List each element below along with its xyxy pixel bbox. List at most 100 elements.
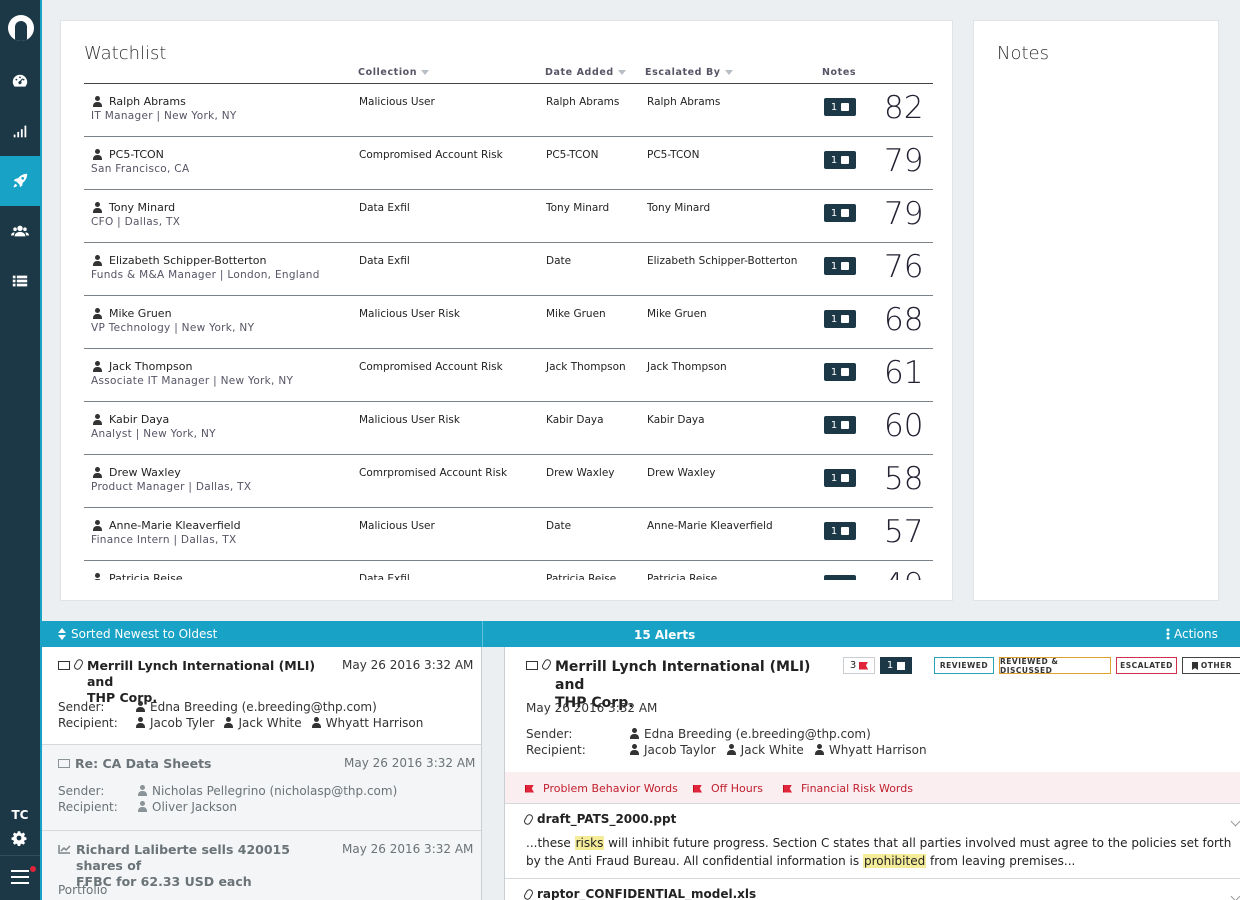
user-initials[interactable]: TC xyxy=(0,808,40,822)
person-icon xyxy=(137,801,148,813)
notes-badge[interactable]: 1 xyxy=(824,257,856,275)
detail-sender[interactable]: Edna Breeding (e.breeding@thp.com) xyxy=(644,727,871,741)
attachment-item[interactable]: raptor_CONFIDENTIAL_model.xls xyxy=(505,878,1240,900)
watchlist-row[interactable]: Patricia Reise Data Exfil Patricia Reise Pa… xyxy=(84,561,933,580)
alert-recipient[interactable]: Jacob Tyler xyxy=(150,716,214,730)
watchlist-row[interactable]: Drew Waxley Product Manager | Dallas, TX C… xyxy=(84,455,933,508)
alert-recipient[interactable]: Whyatt Harrison xyxy=(326,716,424,730)
detail-recipient[interactable]: Jack White xyxy=(741,743,804,757)
watchlist-name[interactable]: Patricia Reise xyxy=(109,572,183,580)
highlighted-word: prohibited xyxy=(862,854,927,868)
notes-badge[interactable]: 1 xyxy=(824,575,856,580)
notes-badge[interactable]: 1 xyxy=(824,522,856,540)
watchlist-escalated-by: Ralph Abrams xyxy=(647,96,721,108)
watchlist-row[interactable]: Jack Thompson Associate IT Manager | New … xyxy=(84,349,933,402)
risk-word-problem-behavior[interactable]: Problem Behavior Words xyxy=(525,782,678,795)
watchlist-name[interactable]: Anne-Marie Kleaverfield xyxy=(109,519,241,532)
watchlist-name[interactable]: PC5-TCON xyxy=(109,148,164,161)
person-icon xyxy=(92,519,103,532)
notes-badge[interactable]: 1 xyxy=(824,416,856,434)
watchlist-row[interactable]: Elizabeth Schipper-Botterton Funds & M&A … xyxy=(84,243,933,296)
watchlist-name[interactable]: Jack Thompson xyxy=(109,360,192,373)
gear-icon[interactable] xyxy=(11,830,29,848)
alert-date: May 26 2016 3:32 AM xyxy=(344,756,476,770)
escalated-by-column-header[interactable]: Escalated By xyxy=(645,67,733,78)
notes-badge[interactable]: 1 xyxy=(824,98,856,116)
note-icon xyxy=(841,368,850,376)
watchlist-name[interactable]: Ralph Abrams xyxy=(109,95,186,108)
flag-count-badge[interactable]: 3 xyxy=(843,657,875,674)
alert-recipient[interactable]: Jack White xyxy=(238,716,301,730)
risk-score: 60 xyxy=(884,408,924,444)
alert-sender[interactable]: Nicholas Pellegrino (nicholasp@thp.com) xyxy=(152,784,397,798)
tag-escalated[interactable]: ESCALATED xyxy=(1116,657,1177,674)
users-icon[interactable] xyxy=(0,206,40,256)
watchlist-date-added: Mike Gruen xyxy=(546,308,606,320)
alert-list: Merrill Lynch International (MLI) and THP… xyxy=(42,647,482,900)
notes-badge[interactable]: 1 xyxy=(824,151,856,169)
note-count-badge[interactable]: 1 xyxy=(880,657,912,674)
watchlist-rows: Ralph Abrams IT Manager | New York, NY Mal… xyxy=(84,84,933,580)
risk-score: 58 xyxy=(884,461,924,497)
note-icon xyxy=(841,262,850,270)
watchlist-date-added: Date xyxy=(546,255,572,267)
watchlist-row[interactable]: PC5-TCON San Francisco, CA Compromised Acc… xyxy=(84,137,933,190)
watchlist-name[interactable]: Drew Waxley xyxy=(109,466,181,479)
paperclip-icon xyxy=(72,657,85,672)
logo-icon[interactable] xyxy=(0,0,42,56)
tag-reviewed[interactable]: REVIEWED xyxy=(934,657,994,674)
watchlist-panel: Watchlist Collection Date Added Escalate… xyxy=(60,20,953,601)
actions-menu[interactable]: Actions xyxy=(1166,627,1218,641)
tag-other[interactable]: OTHER xyxy=(1182,657,1240,674)
watchlist-subtitle: CFO | Dallas, TX xyxy=(91,216,181,228)
watchlist-collection: Malicious User xyxy=(359,520,435,532)
alerts-bar: Sorted Newest to Oldest 15 Alerts Action… xyxy=(42,621,1240,647)
detail-recipient[interactable]: Jacob Taylor xyxy=(644,743,716,757)
alert-recipient[interactable]: Oliver Jackson xyxy=(152,800,237,814)
watchlist-subtitle: San Francisco, CA xyxy=(91,163,190,175)
risk-word-off-hours[interactable]: Off Hours xyxy=(693,782,763,795)
watchlist-name[interactable]: Tony Minard xyxy=(109,201,175,214)
watchlist-row[interactable]: Kabir Daya Analyst | New York, NY Maliciou… xyxy=(84,402,933,455)
notes-badge[interactable]: 1 xyxy=(824,363,856,381)
sort-toggle[interactable]: Sorted Newest to Oldest xyxy=(58,627,217,641)
watchlist-subtitle: Finance Intern | Dallas, TX xyxy=(91,534,237,546)
collection-column-header[interactable]: Collection xyxy=(358,67,430,78)
list-icon[interactable] xyxy=(0,256,40,306)
more-vertical-icon xyxy=(1166,628,1170,640)
sort-arrow-icon xyxy=(724,70,733,75)
alert-item[interactable]: Re: CA Data Sheets May 26 2016 3:32 AM S… xyxy=(42,745,481,831)
watchlist-name[interactable]: Kabir Daya xyxy=(109,413,169,426)
alert-item[interactable]: Merrill Lynch International (MLI) and THP… xyxy=(42,647,481,745)
chevron-down-icon[interactable] xyxy=(1230,816,1240,827)
attachment-item[interactable]: draft_PATS_2000.ppt ...these risks will … xyxy=(505,803,1240,878)
notes-badge[interactable]: 1 xyxy=(824,310,856,328)
chevron-down-icon[interactable] xyxy=(1230,891,1240,900)
notes-badge[interactable]: 1 xyxy=(824,204,856,222)
alert-item[interactable]: Richard Laliberte sells 420015 shares of… xyxy=(42,831,481,900)
notes-badge[interactable]: 1 xyxy=(824,469,856,487)
flag-icon xyxy=(859,661,869,670)
watchlist-name[interactable]: Mike Gruen xyxy=(109,307,172,320)
line-chart-icon xyxy=(58,845,71,854)
signal-bars-icon[interactable] xyxy=(0,106,40,156)
watchlist-row[interactable]: Anne-Marie Kleaverfield Finance Intern | … xyxy=(84,508,933,561)
person-icon xyxy=(92,466,103,479)
rocket-icon[interactable] xyxy=(0,156,40,206)
flag-icon xyxy=(525,784,534,793)
person-icon xyxy=(137,785,148,797)
tag-reviewed-discussed[interactable]: REVIEWED & DISCUSSED xyxy=(999,657,1111,675)
hamburger-icon[interactable] xyxy=(11,870,29,886)
detail-recipient[interactable]: Whyatt Harrison xyxy=(829,743,927,757)
watchlist-escalated-by: Patricia Reise xyxy=(647,573,718,580)
date-added-column-header[interactable]: Date Added xyxy=(545,67,626,78)
alert-sender[interactable]: Edna Breeding (e.breeding@thp.com) xyxy=(150,700,377,714)
watchlist-row[interactable]: Ralph Abrams IT Manager | New York, NY Mal… xyxy=(84,84,933,137)
watchlist-collection: Compromised Account Risk xyxy=(359,361,503,373)
watchlist-name[interactable]: Elizabeth Schipper-Botterton xyxy=(109,254,267,267)
risk-word-financial[interactable]: Financial Risk Words xyxy=(783,782,913,795)
watchlist-row[interactable]: Tony Minard CFO | Dallas, TX Data Exfil Ton… xyxy=(84,190,933,243)
person-icon xyxy=(726,744,737,756)
watchlist-row[interactable]: Mike Gruen VP Technology | New York, NY Ma… xyxy=(84,296,933,349)
dashboard-icon[interactable] xyxy=(0,56,40,106)
